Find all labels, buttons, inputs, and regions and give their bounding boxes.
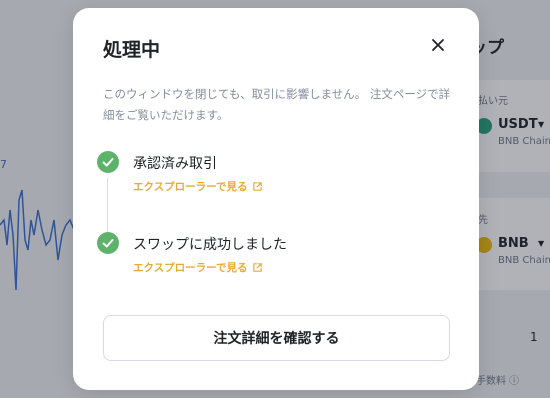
step-title: 承認済み取引 <box>133 156 217 172</box>
view-order-details-button[interactable]: 注文詳細を確認する <box>103 315 450 361</box>
check-icon <box>97 151 119 173</box>
close-button[interactable] <box>427 34 449 56</box>
explorer-link[interactable]: エクスプローラーで見る <box>133 260 263 275</box>
step-title: スワップに成功しました <box>133 237 287 253</box>
external-link-icon <box>252 182 262 191</box>
check-icon <box>97 232 119 254</box>
external-link-icon <box>252 263 262 272</box>
processing-dialog: 処理中 このウィンドウを閉じても、取引に影響しません。 注文ページで詳細をご覧い… <box>73 8 479 390</box>
close-icon <box>432 39 444 51</box>
explorer-link[interactable]: エクスプローラーで見る <box>133 179 263 194</box>
step-connector <box>107 178 108 234</box>
explorer-link-label: エクスプローラーで見る <box>133 262 248 274</box>
dialog-description: このウィンドウを閉じても、取引に影響しません。 注文ページで詳細をご覧いただけま… <box>103 87 451 122</box>
explorer-link-label: エクスプローラーで見る <box>133 181 248 193</box>
dialog-title: 処理中 <box>103 39 161 61</box>
